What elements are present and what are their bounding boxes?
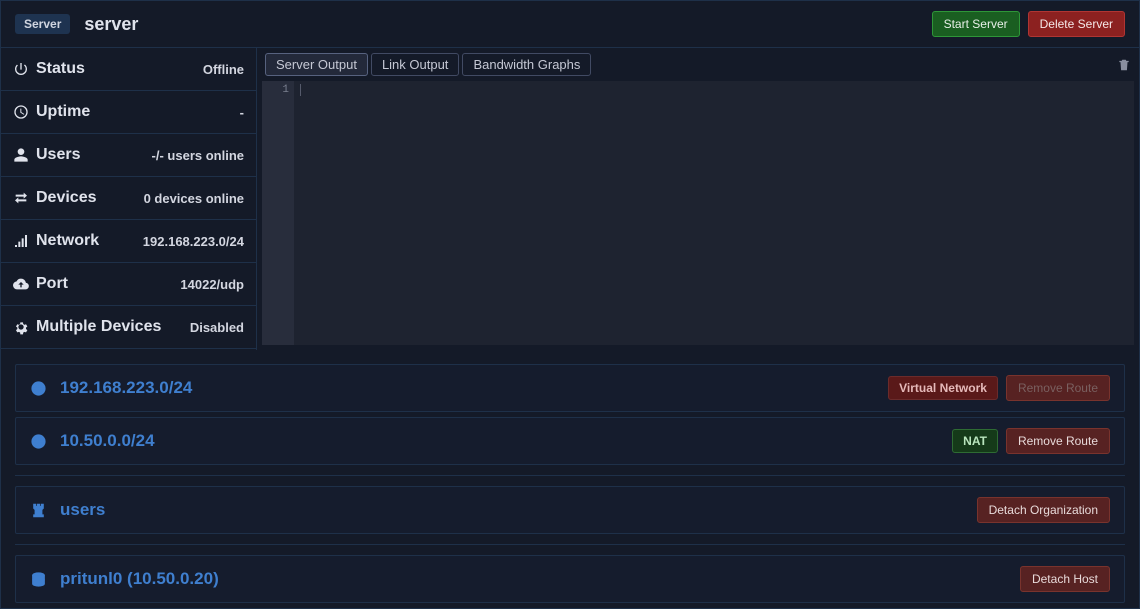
- port-label: Port: [36, 275, 68, 293]
- multidev-value: Disabled: [190, 320, 244, 335]
- sidebar-item-status: Status Offline: [1, 48, 256, 91]
- network-label: Network: [36, 232, 99, 250]
- remove-route-button[interactable]: Remove Route: [1006, 428, 1110, 454]
- users-value: -/- users online: [152, 148, 244, 163]
- rook-icon: [30, 502, 47, 519]
- org-row: users Detach Organization: [15, 486, 1125, 534]
- nat-badge: NAT: [952, 429, 998, 453]
- network-value: 192.168.223.0/24: [143, 234, 244, 249]
- main-row: Status Offline Uptime - Users -/- users …: [0, 48, 1140, 350]
- sidebar-item-multidev: Multiple Devices Disabled: [1, 306, 256, 349]
- devices-value: 0 devices online: [144, 191, 244, 206]
- separator: [15, 475, 1125, 476]
- globe-icon: [30, 433, 47, 450]
- host-name[interactable]: pritunl0 (10.50.0.20): [60, 569, 219, 589]
- detach-host-button[interactable]: Detach Host: [1020, 566, 1110, 592]
- globe-icon: [30, 380, 47, 397]
- editor-body[interactable]: [294, 81, 1134, 345]
- clock-icon: [13, 104, 29, 120]
- delete-server-button[interactable]: Delete Server: [1028, 11, 1125, 37]
- status-label: Status: [36, 60, 85, 78]
- port-value: 14022/udp: [180, 277, 244, 292]
- signal-icon: [13, 233, 29, 249]
- header-left: Server server: [15, 14, 138, 35]
- editor-gutter: 1: [262, 81, 294, 345]
- detach-organization-button[interactable]: Detach Organization: [977, 497, 1110, 523]
- line-number: 1: [262, 84, 289, 96]
- route-address[interactable]: 192.168.223.0/24: [60, 378, 192, 398]
- sidebar-item-uptime: Uptime -: [1, 91, 256, 134]
- separator: [15, 544, 1125, 545]
- users-label: Users: [36, 146, 80, 164]
- sidebar-item-network: Network 192.168.223.0/24: [1, 220, 256, 263]
- server-title: server: [84, 14, 138, 35]
- tabs-row: Server Output Link Output Bandwidth Grap…: [262, 53, 1134, 81]
- route-row: 192.168.223.0/24 Virtual Network Remove …: [15, 364, 1125, 412]
- server-header: Server server Start Server Delete Server: [0, 0, 1140, 48]
- uptime-label: Uptime: [36, 103, 90, 121]
- header-actions: Start Server Delete Server: [932, 11, 1125, 37]
- start-server-button[interactable]: Start Server: [932, 11, 1020, 37]
- devices-label: Devices: [36, 189, 97, 207]
- route-row: 10.50.0.0/24 NAT Remove Route: [15, 417, 1125, 465]
- gear-icon: [13, 319, 29, 335]
- power-icon: [13, 61, 29, 77]
- sidebar: Status Offline Uptime - Users -/- users …: [1, 48, 257, 350]
- tab-link-output[interactable]: Link Output: [371, 53, 460, 76]
- server-type-badge: Server: [15, 14, 70, 34]
- tab-server-output[interactable]: Server Output: [265, 53, 368, 76]
- status-value: Offline: [203, 62, 244, 77]
- user-icon: [13, 147, 29, 163]
- host-row: pritunl0 (10.50.0.20) Detach Host: [15, 555, 1125, 603]
- sidebar-item-devices: Devices 0 devices online: [1, 177, 256, 220]
- content-area: Server Output Link Output Bandwidth Grap…: [257, 48, 1139, 350]
- uptime-value: -: [240, 105, 244, 120]
- cloud-upload-icon: [13, 276, 29, 292]
- database-icon: [30, 571, 47, 588]
- org-name[interactable]: users: [60, 500, 105, 520]
- sidebar-item-users: Users -/- users online: [1, 134, 256, 177]
- route-address[interactable]: 10.50.0.0/24: [60, 431, 155, 451]
- virtual-network-badge: Virtual Network: [888, 376, 998, 400]
- output-editor: 1: [262, 81, 1134, 345]
- clear-output-icon[interactable]: [1117, 58, 1131, 72]
- sidebar-item-port: Port 14022/udp: [1, 263, 256, 306]
- routes-list: 192.168.223.0/24 Virtual Network Remove …: [0, 350, 1140, 609]
- remove-route-button: Remove Route: [1006, 375, 1110, 401]
- exchange-icon: [13, 190, 29, 206]
- tab-bandwidth-graphs[interactable]: Bandwidth Graphs: [462, 53, 591, 76]
- multidev-label: Multiple Devices: [36, 318, 161, 336]
